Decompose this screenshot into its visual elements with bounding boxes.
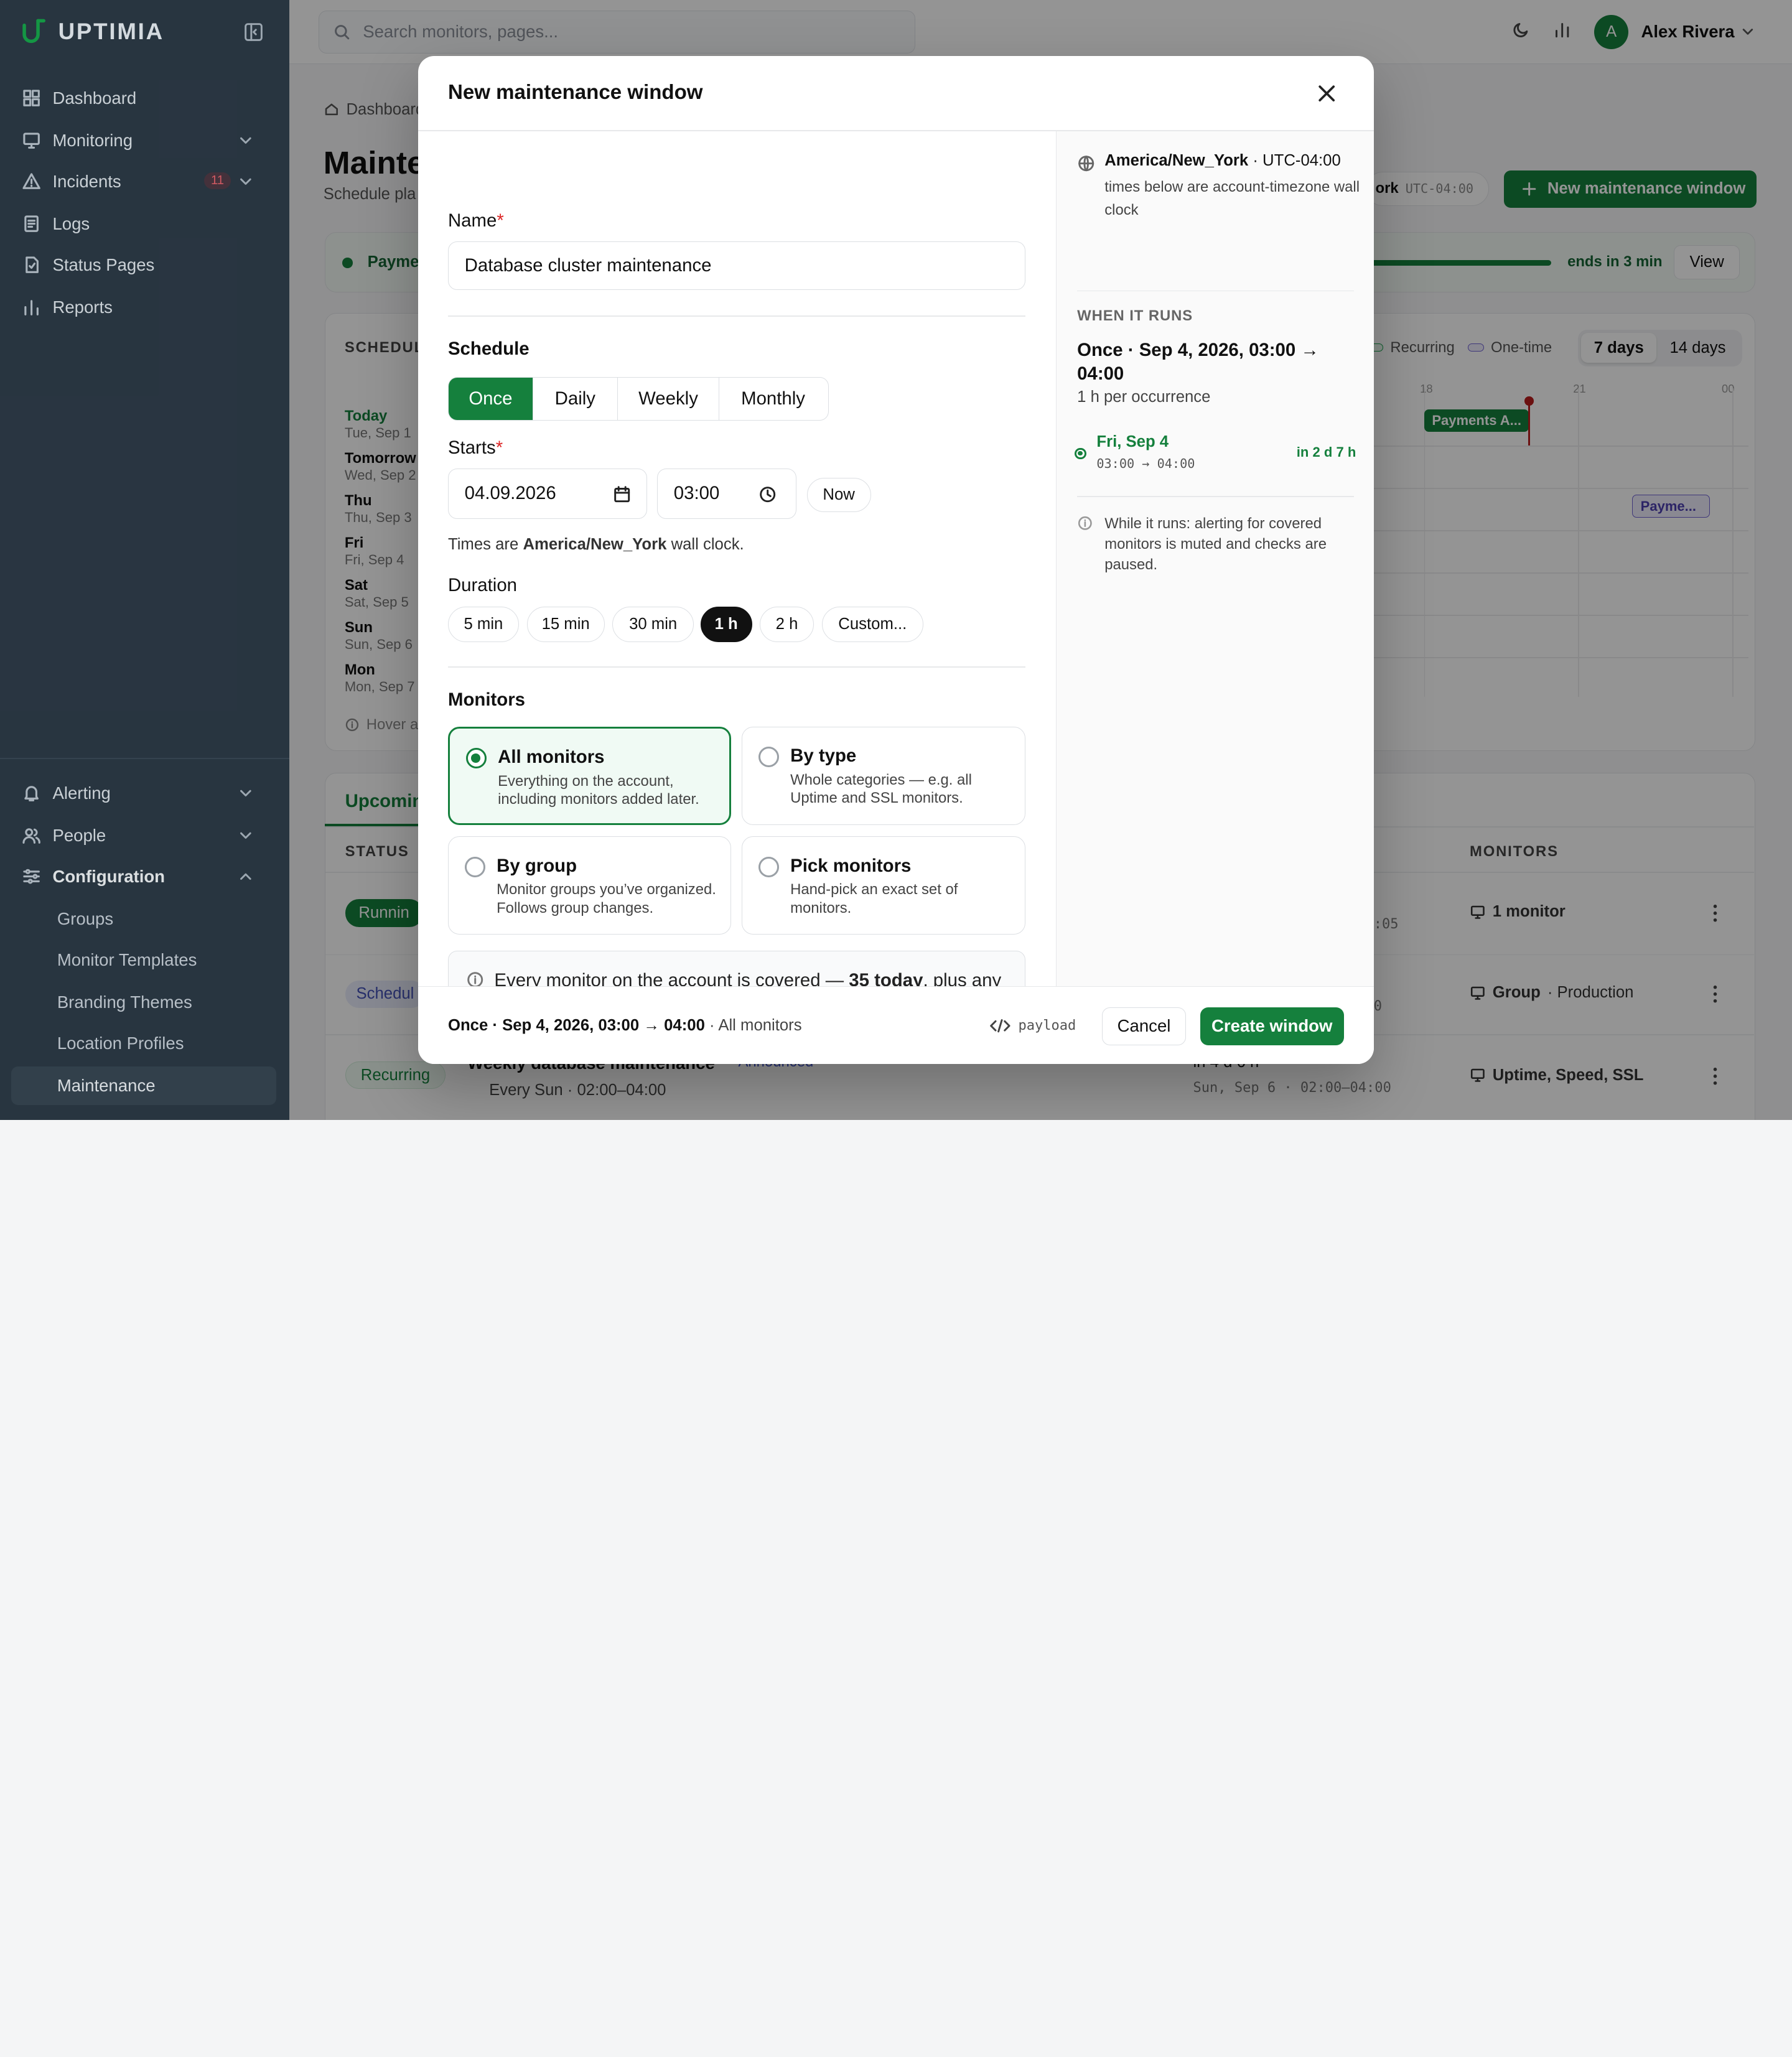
scope-option-by-type[interactable]: By type Whole categories — e.g. all Upti… [742, 727, 1025, 826]
dialog-title: New maintenance window [447, 81, 703, 105]
duration-30-min[interactable]: 30 min [612, 607, 694, 643]
footer-summary-schedule: Once · Sep 4, 2026, 03:00 → 04:00 [447, 1016, 705, 1034]
option-title: By type [790, 745, 857, 767]
scope-option-all-monitors[interactable]: All monitors Everything on the account, … [447, 727, 732, 826]
schedule-tab-weekly[interactable]: Weekly [618, 378, 720, 420]
schedule-tab-once[interactable]: Once [448, 378, 533, 420]
option-description: Whole categories — e.g. all Uptime and S… [790, 771, 972, 807]
duration-label: Duration [447, 574, 517, 595]
tz-note-prefix: Times are [447, 536, 519, 554]
required-asterisk: * [495, 437, 503, 459]
option-description: Everything on the account, including mon… [498, 772, 699, 808]
option-description: Hand-pick an exact set of monitors. [790, 881, 958, 917]
name-label: Name* [448, 210, 504, 231]
duration-15-min[interactable]: 15 min [526, 607, 605, 643]
tz-note-suffix: wall clock. [671, 536, 744, 554]
starts-label-text: Starts [447, 437, 496, 459]
footer-summary-scope: · All monitors [709, 1016, 802, 1034]
name-input-value: Database cluster maintenance [464, 255, 712, 276]
preview-timezone-desc: times below are account-timezone wall cl… [1104, 178, 1360, 218]
code-icon [989, 1019, 1010, 1033]
start-date-input[interactable]: 04.09.2026 [447, 469, 647, 519]
dialog-preview-panel: America/New_York · UTC-04:00 times below… [1056, 131, 1374, 987]
duration-2-h[interactable]: 2 h [760, 607, 814, 643]
start-time-input[interactable]: 03:00 [657, 469, 797, 519]
required-asterisk: * [497, 210, 504, 231]
timezone-note: Times are America/New_York wall clock. [448, 536, 744, 554]
scope-option-pick-monitors[interactable]: Pick monitors Hand-pick an exact set of … [742, 836, 1025, 935]
sidebar-backdrop [0, 0, 289, 1120]
info-count: 35 today [849, 969, 923, 987]
when-it-runs-header: WHEN IT RUNS [1077, 307, 1193, 325]
duration-5-min[interactable]: 5 min [447, 607, 519, 643]
monitors-label: Monitors [447, 689, 525, 710]
create-window-button[interactable]: Create window [1200, 1007, 1344, 1045]
now-button[interactable]: Now [806, 477, 871, 512]
name-input[interactable]: Database cluster maintenance [447, 241, 1025, 291]
option-title: By group [497, 855, 577, 876]
radio-selected[interactable] [465, 748, 487, 769]
option-description: Monitor groups you’ve organized. Follows… [497, 881, 716, 917]
app-root: UPTIMIA Dashboard Monitoring Incidents 1… [0, 0, 1792, 1120]
panel-divider [1077, 496, 1354, 497]
close-icon[interactable] [1314, 81, 1339, 106]
calendar-icon[interactable] [613, 485, 631, 503]
dialog-form: Name* Database cluster maintenance Sched… [418, 131, 1056, 987]
panel-divider [1077, 290, 1354, 292]
occurrence-countdown: in 2 d 7 h [1296, 444, 1356, 460]
footer-summary: Once · Sep 4, 2026, 03:00 → 04:00 · All … [448, 1017, 802, 1035]
payload-toggle[interactable]: payload [989, 1017, 1076, 1035]
payload-label: payload [1018, 1017, 1076, 1033]
preview-timezone: America/New_York · UTC-04:00 [1104, 152, 1341, 170]
info-icon [1078, 516, 1092, 531]
schedule-tab-monthly[interactable]: Monthly [719, 378, 827, 420]
scope-option-by-group[interactable]: By group Monitor groups you’ve organized… [447, 836, 732, 935]
per-occurrence: 1 h per occurrence [1077, 388, 1211, 406]
option-title: All monitors [498, 747, 605, 768]
occurrence-day: Fri, Sep 4 [1096, 433, 1169, 451]
starts-label: Starts* [448, 437, 503, 459]
option-title: Pick monitors [790, 855, 912, 876]
occurrence-dot [1075, 447, 1086, 460]
radio[interactable] [758, 747, 779, 768]
schedule-tab-daily[interactable]: Daily [533, 378, 618, 420]
start-time-value: 03:00 [673, 483, 720, 504]
name-label-text: Name [447, 210, 497, 231]
while-running-note: While it runs: alerting for covered moni… [1104, 515, 1327, 573]
preview-timezone-offset: · UTC-04:00 [1253, 152, 1341, 170]
globe-icon [1078, 156, 1094, 172]
section-divider [447, 666, 1025, 668]
schedule-type-toggle: Once Daily Weekly Monthly [447, 377, 829, 421]
preview-timezone-name: America/New_York [1104, 152, 1249, 170]
duration-1-h[interactable]: 1 h [700, 607, 752, 643]
occurrence-time: 03:00 → 04:00 [1096, 455, 1195, 471]
tz-note-zone: America/New_York [523, 536, 667, 554]
dialog-footer: Once · Sep 4, 2026, 03:00 → 04:00 · All … [418, 986, 1374, 1064]
scope-info-box: Every monitor on the account is covered … [447, 951, 1025, 987]
scope-info-text: Every monitor on the account is covered … [494, 968, 1015, 986]
radio[interactable] [464, 856, 485, 877]
info-icon [467, 972, 483, 987]
radio[interactable] [758, 856, 779, 877]
section-divider [447, 315, 1025, 317]
start-date-value: 04.09.2026 [464, 483, 556, 504]
clock-icon[interactable] [758, 485, 777, 503]
schedule-label: Schedule [447, 338, 530, 359]
cancel-button[interactable]: Cancel [1101, 1007, 1187, 1045]
when-summary: Once · Sep 4, 2026, 03:00 → 04:00 [1077, 339, 1319, 385]
info-prefix: Every monitor on the account is covered … [494, 969, 844, 987]
new-maintenance-window-dialog: New maintenance window Name* Database cl… [418, 55, 1374, 1064]
duration-custom[interactable]: Custom... [821, 607, 924, 643]
